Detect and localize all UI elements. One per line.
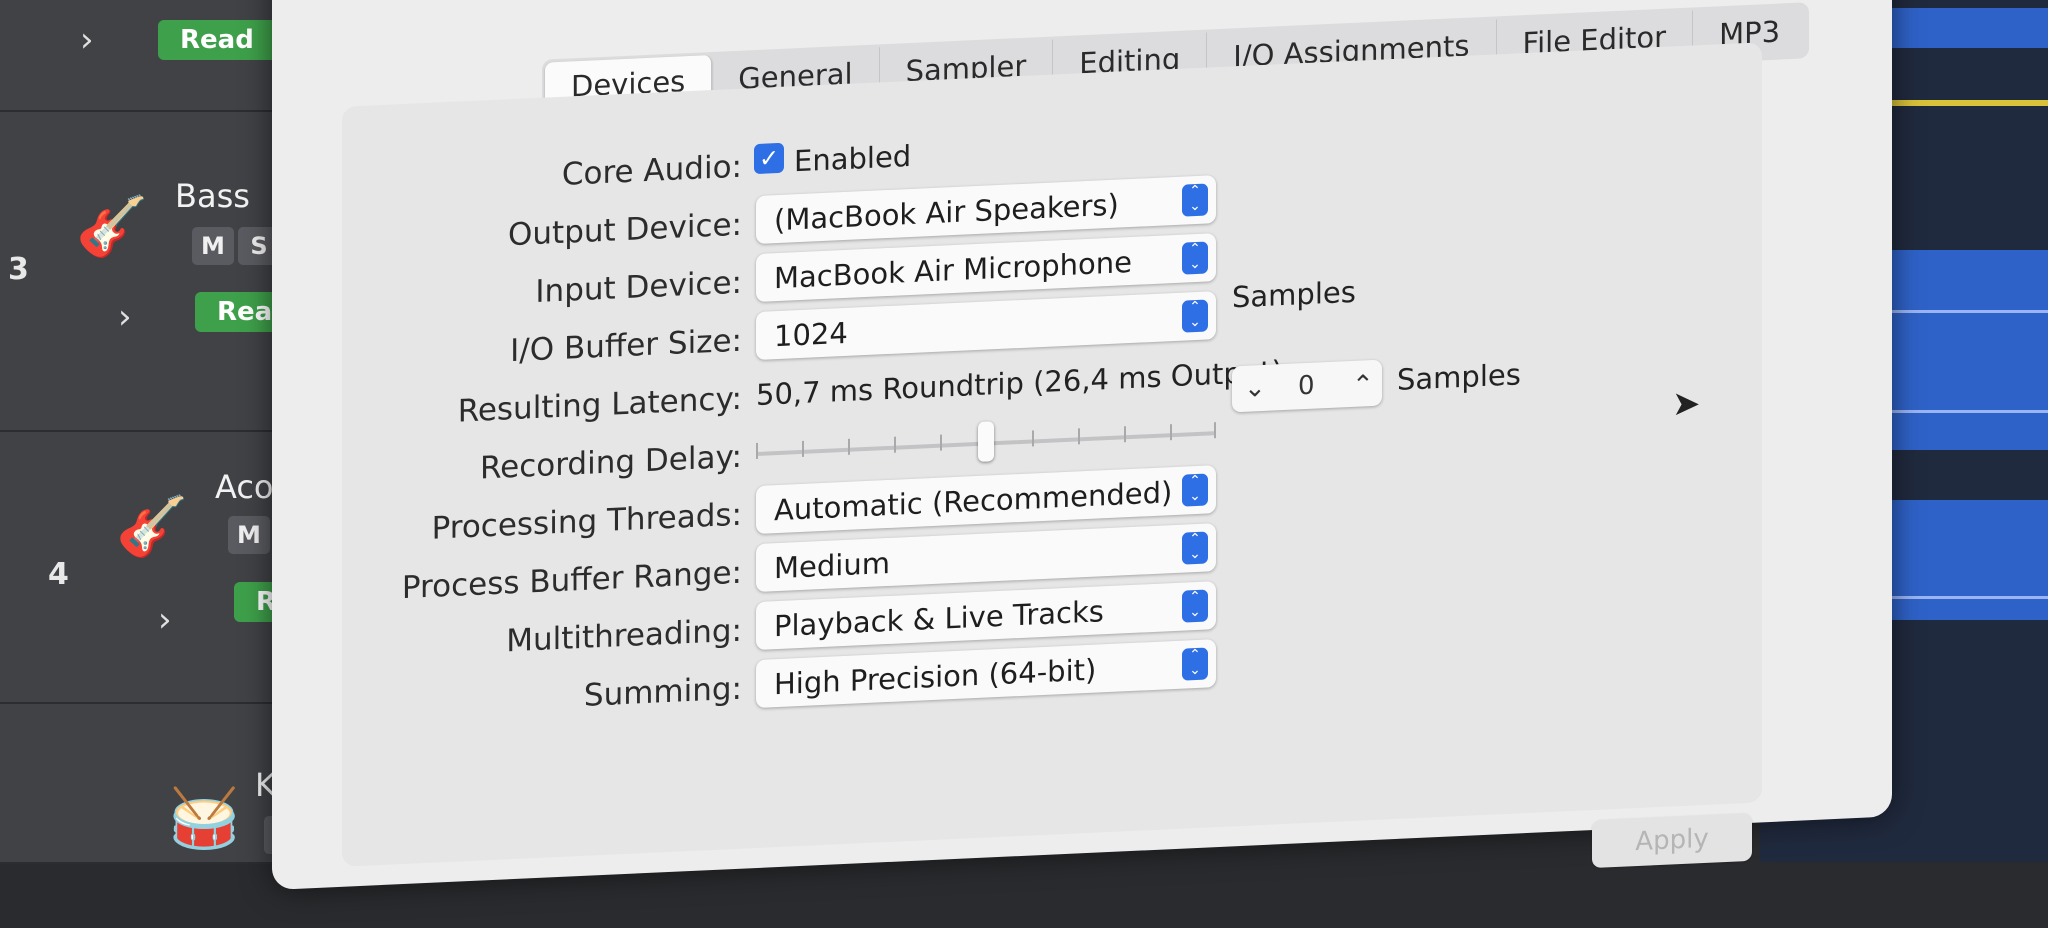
popup-arrows-icon: ⌃ ⌄ [1182,299,1208,333]
acoustic-guitar-icon: 🎸 [116,492,189,560]
mute-button[interactable]: M [192,227,234,265]
popup-arrows-icon: ⌃ ⌄ [1182,647,1208,681]
mute-button[interactable]: M [228,516,270,554]
processing-threads-label: Processing Threads: [431,496,742,547]
processing-threads-value: Automatic (Recommended) [774,475,1173,528]
output-device-label: Output Device: [508,206,742,254]
io-buffer-size-unit: Samples [1232,274,1356,315]
core-audio-enabled-label[interactable]: Enabled [794,139,911,178]
popup-arrows-icon: ⌃ ⌄ [1182,183,1208,217]
apply-button[interactable]: Apply [1592,812,1752,869]
summing-label: Summing: [583,670,742,714]
step-down-icon[interactable]: ⌄ [1244,373,1266,404]
preferences-dialog: Devices General Sampler Editing I/O Assi… [272,0,1892,891]
mouse-cursor-icon: ➤ [1672,384,1701,424]
popup-arrows-icon: ⌃ ⌄ [1182,589,1208,623]
recording-delay-value[interactable]: 0 [1298,371,1315,402]
track-name[interactable]: Bass [175,177,250,215]
core-audio-checkbox[interactable]: ✓ [754,142,784,175]
recording-delay-slider-knob[interactable] [978,421,994,462]
io-buffer-size-label: I/O Buffer Size: [510,322,742,370]
multithreading-label: Multithreading: [506,612,742,660]
process-buffer-range-label: Process Buffer Range: [401,554,742,607]
input-device-label: Input Device: [535,264,742,311]
process-buffer-range-value: Medium [774,545,890,586]
track-number: 4 [48,557,69,592]
recording-delay-slider[interactable] [756,421,1216,462]
multithreading-value: Playback & Live Tracks [774,594,1104,644]
chevron-right-icon[interactable]: › [80,20,94,60]
devices-panel: Core Audio: ✓ Enabled Output Device: (Ma… [342,42,1762,869]
popup-arrows-icon: ⌃ ⌄ [1182,473,1208,507]
step-up-icon[interactable]: ⌃ [1352,370,1374,401]
popup-arrows-icon: ⌃ ⌄ [1182,531,1208,565]
chevron-right-icon[interactable]: › [158,600,172,640]
core-audio-label: Core Audio: [561,148,742,193]
resulting-latency-label: Resulting Latency: [457,380,742,430]
output-device-value: (MacBook Air Speakers) [774,187,1119,238]
recording-delay-unit: Samples [1397,357,1521,397]
bass-guitar-icon: 🎸 [76,192,149,260]
track-number: 3 [8,252,29,287]
recording-delay-label: Recording Delay: [480,438,742,487]
io-buffer-size-value: 1024 [774,315,848,354]
popup-arrows-icon: ⌃ ⌄ [1182,241,1208,275]
chevron-right-icon[interactable]: › [118,297,132,337]
summing-value: High Precision (64-bit) [774,652,1097,702]
input-device-value: MacBook Air Microphone [774,244,1132,296]
kick-drum-icon: 🥁 [168,784,241,852]
recording-delay-stepper[interactable]: ⌄ 0 ⌃ [1232,359,1382,413]
